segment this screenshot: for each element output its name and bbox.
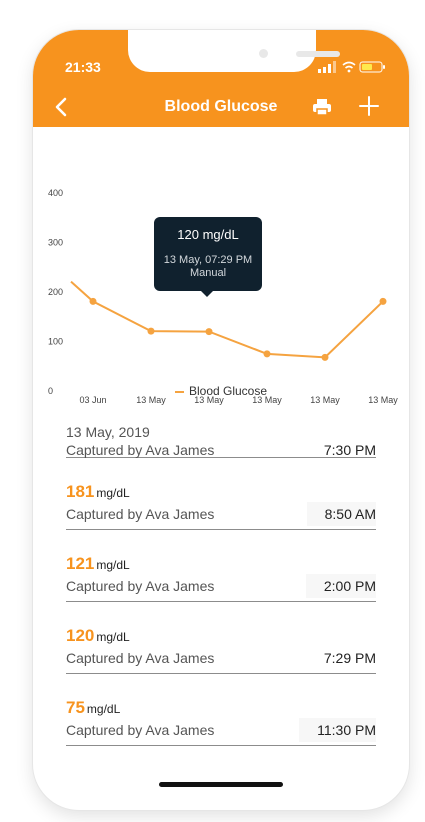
reading-value: 121: [66, 554, 95, 573]
reading-time: 7:29 PM: [323, 650, 376, 666]
wifi-icon: [342, 61, 356, 73]
legend-swatch: [174, 390, 184, 393]
notch: [128, 30, 340, 72]
data-point[interactable]: [379, 297, 387, 305]
nav-bar: Blood Glucose: [33, 86, 409, 126]
chart-tooltip: 120 mg/dL 13 May, 07:29 PM Manual: [154, 217, 262, 297]
chart-legend[interactable]: Blood Glucose: [33, 384, 409, 398]
reading-value: 75: [66, 698, 85, 717]
date-header: 13 May, 2019: [66, 424, 150, 440]
reading-unit: mg/dL: [96, 486, 130, 500]
series-line: [70, 280, 384, 359]
reading-value: 120: [66, 626, 95, 645]
y-tick-label: 400: [48, 188, 63, 198]
reading-unit: mg/dL: [96, 558, 130, 572]
y-tick-label: 300: [48, 238, 63, 248]
tooltip-source: Manual: [189, 267, 227, 279]
reading-time: 8:50 AM: [306, 502, 376, 526]
series-blood-glucose: [70, 280, 387, 361]
print-icon[interactable]: [312, 97, 332, 117]
tooltip-arrow: [200, 290, 214, 297]
battery-icon: [359, 61, 385, 73]
data-point[interactable]: [205, 328, 213, 336]
home-indicator[interactable]: [159, 782, 283, 787]
reading-value-wrap: 75 mg/dL: [66, 698, 120, 718]
y-tick-label: 200: [48, 287, 63, 297]
data-point[interactable]: [147, 327, 155, 335]
plus-icon[interactable]: [359, 96, 379, 116]
status-icons: [318, 61, 385, 73]
page-title: Blood Glucose: [164, 98, 278, 115]
captured-by: Captured by Ava James: [66, 722, 215, 738]
y-axis-ticks: 0100200300400: [48, 188, 63, 396]
data-point[interactable]: [263, 350, 271, 358]
speaker: [296, 51, 340, 57]
reading-row[interactable]: 181 mg/dL Captured by Ava James 8:50 AM: [66, 482, 376, 530]
captured-by: Captured by Ava James: [66, 650, 215, 666]
captured-by: Captured by Ava James: [66, 578, 215, 594]
data-point[interactable]: [321, 353, 329, 361]
reading-time: 2:00 PM: [305, 574, 376, 598]
header: 21:33 Blood Glucose: [33, 30, 409, 127]
readings-list: 13 May, 2019 Captured by Ava James 7:30 …: [66, 420, 376, 746]
signal-icon: [318, 61, 336, 73]
reading-time: 7:30 PM: [323, 442, 376, 458]
reading-value-wrap: 121 mg/dL: [66, 554, 130, 574]
tooltip-datetime: 13 May, 07:29 PM: [163, 254, 253, 266]
reading-time: 11:30 PM: [299, 718, 376, 742]
reading-row[interactable]: 121 mg/dL Captured by Ava James 2:00 PM: [66, 554, 376, 602]
captured-by: Captured by Ava James: [66, 442, 215, 458]
tooltip-value: 120 mg/dL: [177, 227, 239, 242]
reading-value-wrap: 120 mg/dL: [66, 626, 130, 646]
reading-unit: mg/dL: [86, 702, 121, 716]
data-point[interactable]: [89, 297, 97, 305]
camera: [259, 49, 268, 58]
date-header-row[interactable]: 13 May, 2019 Captured by Ava James 7:30 …: [66, 420, 376, 458]
reading-value-wrap: 181 mg/dL: [66, 482, 130, 502]
status-time: 21:33: [65, 59, 101, 75]
phone-frame: 21:33 Blood Glucose 0 100 200 300 400 03…: [33, 30, 409, 810]
reading-row[interactable]: 75 mg/dL Captured by Ava James 11:30 PM: [66, 698, 376, 746]
reading-value: 181: [66, 482, 95, 501]
y-tick-label: 100: [48, 337, 63, 347]
reading-unit: mg/dL: [96, 630, 130, 644]
captured-by: Captured by Ava James: [66, 506, 215, 522]
reading-row[interactable]: 120 mg/dL Captured by Ava James 7:29 PM: [66, 626, 376, 674]
legend-label: Blood Glucose: [188, 384, 268, 398]
